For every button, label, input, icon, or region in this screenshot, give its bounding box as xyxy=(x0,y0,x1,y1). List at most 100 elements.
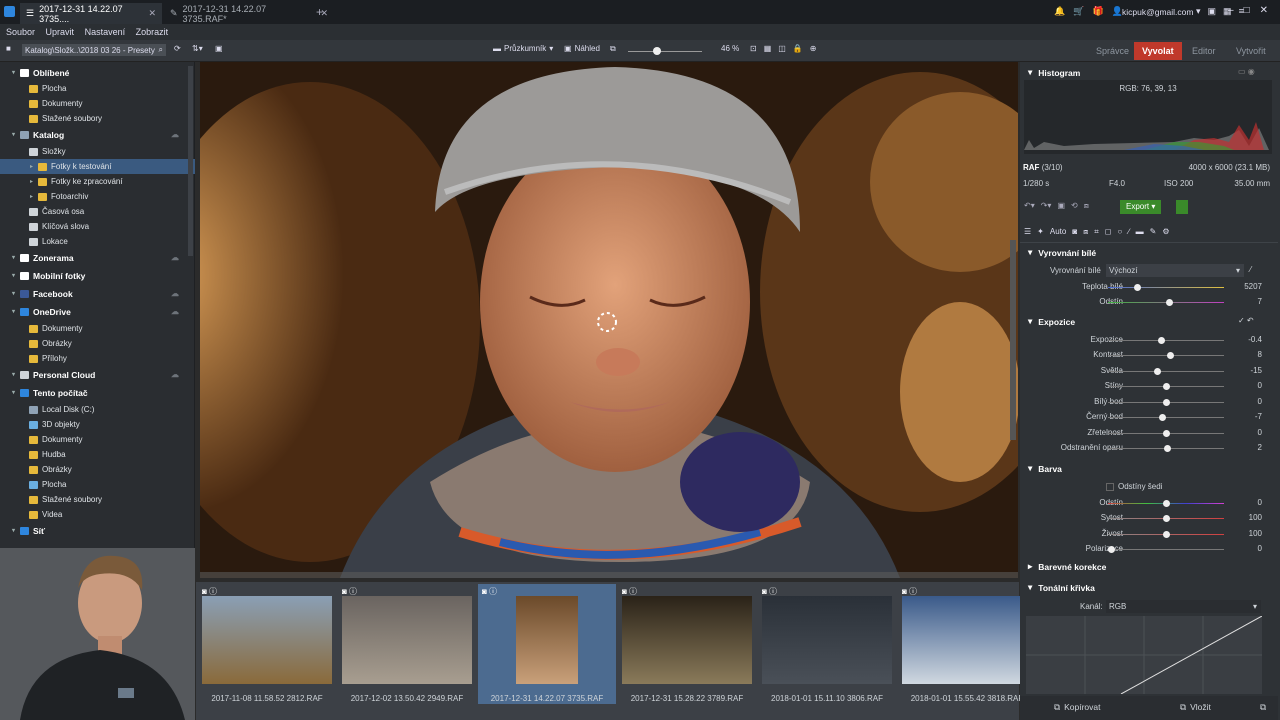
menu-soubor[interactable]: Soubor xyxy=(6,27,35,37)
filmstrip-thumbnail[interactable]: ◙ ⓘ 2017-12-31 15.28.22 3789.RAF xyxy=(618,584,756,704)
menu-upravit[interactable]: Upravit xyxy=(46,27,75,37)
tree-item[interactable]: ▾ Katalog ☁ xyxy=(0,127,195,142)
folder-icon[interactable]: ■ xyxy=(6,44,11,53)
slider-knob[interactable] xyxy=(1167,352,1175,359)
info-icon[interactable]: ◙ ⓘ xyxy=(482,586,497,597)
slider-row[interactable]: Zřetelnost 0 xyxy=(1020,426,1278,440)
slider-row[interactable]: Odstranění oparu 2 xyxy=(1020,441,1278,455)
chevron-down-icon[interactable]: ▾ xyxy=(12,527,20,534)
chevron-down-icon[interactable]: ▾ xyxy=(12,389,20,396)
slider-knob[interactable] xyxy=(1133,284,1141,291)
tab-active[interactable]: ☰ 2017-12-31 14.22.07 3735.... ✕ xyxy=(20,3,162,24)
cart-icon[interactable]: 🛒 xyxy=(1073,6,1084,17)
menu-icon[interactable]: ☰ xyxy=(1024,227,1031,237)
tree-item[interactable]: ▾ OneDrive ☁ xyxy=(0,304,195,319)
close-icon[interactable]: ✕ xyxy=(148,8,156,19)
slider-value[interactable]: 2 xyxy=(1258,443,1262,452)
compare-icon[interactable]: ◫ xyxy=(778,44,786,53)
export-button[interactable]: Export ▾ xyxy=(1120,200,1162,214)
image-icon[interactable]: ▣ xyxy=(215,44,223,53)
slider-knob[interactable] xyxy=(1165,299,1173,306)
filmstrip-thumbnail[interactable]: ◙ ⓘ 2017-11-08 11.58.52 2812.RAF xyxy=(198,584,336,704)
cloud-icon[interactable]: ☁ xyxy=(171,289,179,298)
wand-icon[interactable]: ✦ xyxy=(1037,227,1044,237)
slider-row[interactable]: Expozice -0.4 xyxy=(1020,333,1278,347)
slider-knob[interactable] xyxy=(1154,368,1162,375)
slider-knob[interactable] xyxy=(1163,445,1171,452)
chevron-down-icon[interactable]: ▾ xyxy=(12,254,20,261)
tree-item[interactable]: 3D objekty xyxy=(0,417,195,432)
slider-track[interactable] xyxy=(1108,287,1224,288)
slider-value[interactable]: -0.4 xyxy=(1248,335,1262,344)
slider-value[interactable]: 7 xyxy=(1258,297,1262,306)
tree-item[interactable]: ▾ Mobilní fotky xyxy=(0,268,195,283)
slider-value[interactable]: -7 xyxy=(1255,412,1262,421)
tree-item[interactable]: ▾ Síť xyxy=(0,523,195,538)
tree-item[interactable]: Složky xyxy=(0,144,195,159)
perspective-icon[interactable]: ⌗ xyxy=(1094,227,1099,237)
menu-nastaveni[interactable]: Nastavení xyxy=(85,27,126,37)
refresh-icon[interactable]: ⟳ xyxy=(174,44,181,53)
chevron-down-icon[interactable]: ▾ xyxy=(12,131,20,138)
tab-editor[interactable]: ✎ 2017-12-31 14.22.07 3735.RAF* ✕ xyxy=(164,3,334,24)
tree-item[interactable]: Přílohy xyxy=(0,351,195,366)
slider-row[interactable]: Polarizace 0 xyxy=(1020,542,1278,556)
tree-item[interactable]: ▾ Facebook ☁ xyxy=(0,286,195,301)
crop-tool-icon[interactable]: ⧈ xyxy=(1083,227,1088,237)
crop-icon[interactable]: ⧈ xyxy=(1084,201,1089,211)
cloud-icon[interactable]: ☁ xyxy=(171,370,179,379)
chevron-right-icon[interactable]: ▸ xyxy=(30,178,38,185)
gear-icon[interactable]: ⚙ xyxy=(1162,227,1169,237)
menu-zobrazit[interactable]: Zobrazit xyxy=(136,27,169,37)
tree-item[interactable]: Videa xyxy=(0,507,195,522)
tree-item[interactable]: Local Disk (C:) xyxy=(0,402,195,417)
grid-icon[interactable]: ▦ xyxy=(764,44,772,53)
slider-value[interactable]: 100 xyxy=(1249,529,1262,538)
tree-item[interactable]: ▸ Fotoarchiv xyxy=(0,189,195,204)
slider-knob[interactable] xyxy=(1162,399,1170,406)
copy-settings-icon[interactable]: ⧉ xyxy=(1260,702,1266,713)
exposure-header[interactable]: ▾ Expozice xyxy=(1028,316,1075,327)
rotate-icon[interactable]: ⟲ xyxy=(1071,201,1078,211)
chevron-down-icon[interactable]: ▾ xyxy=(12,371,20,378)
mode-editor[interactable]: Editor xyxy=(1184,42,1224,60)
filmstrip-thumbnail[interactable]: ◙ ⓘ 2018-01-01 15.11.10 3806.RAF xyxy=(758,584,896,704)
tree-item[interactable]: Časová osa xyxy=(0,204,195,219)
filmstrip-thumbnail[interactable]: ◙ ⓘ 2017-12-31 14.22.07 3735.RAF xyxy=(478,584,616,704)
image-icon[interactable]: ▣ xyxy=(1057,201,1065,211)
slider-value[interactable]: 0 xyxy=(1258,381,1262,390)
explorer-button[interactable]: ▬ Průzkumník ▾ xyxy=(493,44,553,53)
chevron-right-icon[interactable]: ▸ xyxy=(30,193,38,200)
color-correction-header[interactable]: ▸ Barevné korekce xyxy=(1028,561,1106,572)
eyedropper-icon[interactable]: ⁄ xyxy=(1250,265,1251,274)
photo-preview[interactable] xyxy=(200,62,1018,578)
slider-value[interactable]: 8 xyxy=(1258,350,1262,359)
chevron-down-icon[interactable]: ▾ xyxy=(12,308,20,315)
cloud-icon[interactable]: ☁ xyxy=(171,307,179,316)
slider-row[interactable]: Teplota bílé 5207 xyxy=(1020,280,1278,294)
path-field[interactable]: Katalog\Složk..\2018 03 26 - Presety ⌕ xyxy=(22,44,166,56)
tree-item[interactable]: Stažené soubory xyxy=(0,111,195,126)
slider-row[interactable]: Černý bod -7 xyxy=(1020,410,1278,424)
tree-item[interactable]: ▸ Fotky ke zpracování xyxy=(0,174,195,189)
chevron-down-icon[interactable]: ▾ xyxy=(12,290,20,297)
zoom-slider-knob[interactable] xyxy=(653,47,661,55)
slider-knob[interactable] xyxy=(1107,546,1115,553)
slider-knob[interactable] xyxy=(1162,383,1170,390)
slider-value[interactable]: 0 xyxy=(1258,544,1262,553)
tree-item[interactable]: Obrázky xyxy=(0,462,195,477)
wb-preset-select[interactable]: Výchozí ▾ xyxy=(1106,264,1244,277)
pen-icon[interactable]: ✎ xyxy=(1150,227,1157,237)
slider-track[interactable] xyxy=(1108,549,1224,550)
filmstrip-thumbnail[interactable]: ◙ ⓘ 2018-01-01 15.55.42 3818.RAF xyxy=(898,584,1036,704)
slider-row[interactable]: Živost100 xyxy=(1020,527,1278,541)
tree-item[interactable]: ▾ Tento počítač xyxy=(0,385,195,400)
maximize-icon[interactable]: □ xyxy=(1244,5,1250,16)
tree-item[interactable]: ▾ Personal Cloud ☁ xyxy=(0,367,195,382)
window-icon[interactable]: ▣ xyxy=(1208,6,1217,17)
slider-row[interactable]: Světla-15 xyxy=(1020,364,1278,378)
preview-scrollbar[interactable] xyxy=(200,572,1018,578)
new-tab-button[interactable]: + xyxy=(316,5,323,19)
vertical-scrollbar[interactable] xyxy=(1010,240,1016,440)
mode-vyvolat[interactable]: Vyvolat xyxy=(1134,42,1182,60)
